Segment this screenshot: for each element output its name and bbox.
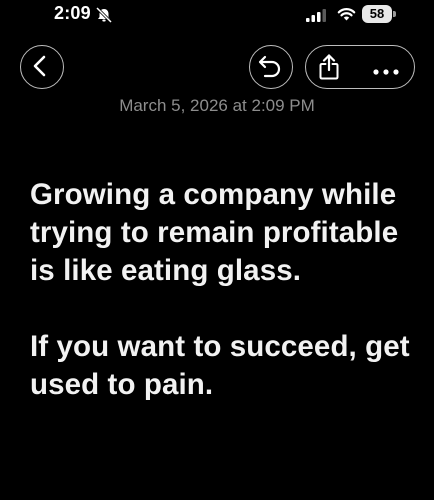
battery-icon: 58 xyxy=(362,5,392,23)
share-icon[interactable] xyxy=(318,54,340,80)
status-bar: 2:09 58 xyxy=(0,0,434,34)
note-date: March 5, 2026 at 2:09 PM xyxy=(119,96,315,115)
share-more-group xyxy=(305,45,415,89)
chevron-left-icon xyxy=(34,56,46,77)
wifi-icon xyxy=(337,7,356,22)
note-paragraph: Growing a company while trying to remain… xyxy=(30,178,399,287)
cellular-signal-icon xyxy=(306,9,328,22)
note-paragraph: If you want to succeed, get used to pain… xyxy=(30,330,410,401)
status-time: 2:09 xyxy=(54,3,91,23)
undo-button[interactable] xyxy=(249,45,293,89)
battery-nub xyxy=(393,11,396,17)
ellipsis-icon[interactable] xyxy=(372,63,400,75)
bell-slash-icon xyxy=(95,6,113,24)
undo-icon xyxy=(259,56,281,78)
back-button[interactable] xyxy=(20,45,64,89)
note-body[interactable]: Growing a company while trying to remain… xyxy=(30,176,410,404)
